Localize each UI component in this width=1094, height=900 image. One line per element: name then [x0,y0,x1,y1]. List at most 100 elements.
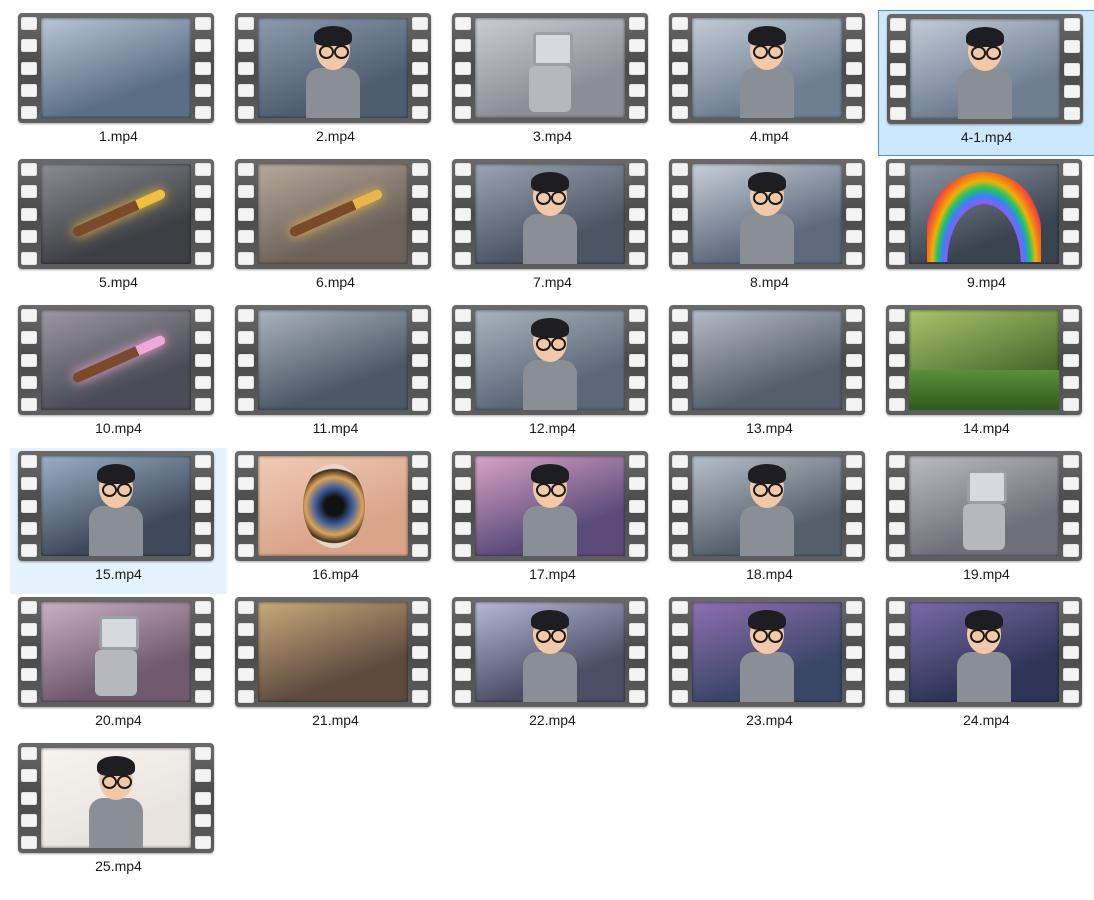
file-name-label: 8.mp4 [750,274,789,290]
sprocket-hole [846,398,862,411]
video-thumbnail [18,597,214,707]
video-file-tile[interactable]: 17.mp4 [444,448,661,594]
video-thumbnail [235,305,431,415]
sprocket-hole [195,252,211,265]
sprocket-hole [1063,477,1079,491]
video-frame-boy-waving [41,748,191,848]
video-file-tile[interactable]: 3.mp4 [444,10,661,156]
film-sprocket-holes [238,309,254,411]
film-sprocket-holes [238,455,254,557]
sprocket-hole [672,106,688,119]
sprocket-hole [672,601,688,614]
sprocket-hole [412,455,428,468]
sprocket-hole [889,690,905,703]
video-file-tile[interactable]: 22.mp4 [444,594,661,740]
character-body [523,506,577,556]
sprocket-hole [21,163,37,176]
video-thumbnail [669,597,865,707]
film-sprocket-holes [21,309,37,411]
video-file-tile[interactable]: 25.mp4 [10,740,227,886]
video-file-tile[interactable]: 6.mp4 [227,156,444,302]
sprocket-hole [21,252,37,265]
sprocket-hole [238,601,254,614]
character-hair [748,610,786,630]
video-file-tile[interactable]: 14.mp4 [878,302,1094,448]
sprocket-hole [889,455,905,468]
video-file-tile[interactable]: 21.mp4 [227,594,444,740]
video-file-tile[interactable]: 5.mp4 [10,156,227,302]
video-thumbnail [18,451,214,561]
sprocket-hole [629,455,645,468]
sprocket-hole [195,353,211,367]
robot-head [967,470,1007,504]
file-name-label: 10.mp4 [95,420,142,436]
sprocket-hole [455,163,471,176]
video-frame-boy-running-office-grass [692,456,842,556]
sprocket-hole [21,185,37,199]
film-sprocket-holes [21,747,37,849]
sprocket-hole [629,521,645,535]
file-name-label: 20.mp4 [95,712,142,728]
video-file-tile[interactable]: 4.mp4 [661,10,878,156]
video-file-tile[interactable]: 7.mp4 [444,156,661,302]
sprocket-hole [195,477,211,491]
video-frame-boy-smiling-closeup [41,456,191,556]
glasses-lens [334,45,349,59]
video-file-tile[interactable]: 15.mp4 [10,448,227,594]
sprocket-hole [1063,185,1079,199]
file-grid: 1.mp4 2.mp4 3.mp4 4.mp4 4-1.mp4 5.mp4 6.mp4 7.m… [0,0,1094,900]
sprocket-hole [21,645,37,659]
sprocket-hole [412,544,428,557]
video-thumbnail [669,305,865,415]
film-sprocket-holes [412,309,428,411]
video-file-tile[interactable]: 13.mp4 [661,302,878,448]
film-sprocket-holes [672,455,688,557]
video-file-tile[interactable]: 10.mp4 [10,302,227,448]
glasses-lens [768,191,783,205]
sprocket-hole [846,17,862,30]
sprocket-hole [1063,601,1079,614]
video-file-tile[interactable]: 2.mp4 [227,10,444,156]
character-hair [97,464,135,484]
sprocket-hole [21,353,37,367]
sprocket-hole [889,521,905,535]
sprocket-hole [412,309,428,322]
video-frame-boy-holding-magic-brush [692,164,842,264]
sprocket-hole [21,791,37,805]
sprocket-hole [629,544,645,557]
video-frame-boy-magic-swirl [475,602,625,702]
sprocket-hole [1063,499,1079,513]
character-hair [748,172,786,192]
sprocket-hole [238,375,254,389]
sprocket-hole [238,477,254,491]
video-file-tile[interactable]: 1.mp4 [10,10,227,156]
video-file-tile[interactable]: 8.mp4 [661,156,878,302]
video-file-tile[interactable]: 9.mp4 [878,156,1094,302]
sprocket-hole [455,353,471,367]
file-name-label: 16.mp4 [312,566,359,582]
sprocket-hole [195,229,211,243]
sprocket-hole [238,544,254,557]
character-hair [531,610,569,630]
video-thumbnail [887,14,1083,124]
sprocket-hole [889,645,905,659]
video-file-tile[interactable]: 11.mp4 [227,302,444,448]
sprocket-hole [412,375,428,389]
sprocket-hole [672,353,688,367]
glasses-icon [102,775,117,789]
sprocket-hole [1063,353,1079,367]
video-file-tile[interactable]: 23.mp4 [661,594,878,740]
sprocket-hole [21,769,37,783]
film-sprocket-holes [412,163,428,265]
video-file-tile[interactable]: 4-1.mp4 [878,10,1094,156]
video-file-tile[interactable]: 12.mp4 [444,302,661,448]
video-file-tile[interactable]: 20.mp4 [10,594,227,740]
video-file-tile[interactable]: 19.mp4 [878,448,1094,594]
video-file-tile[interactable]: 24.mp4 [878,594,1094,740]
file-name-label: 19.mp4 [963,566,1010,582]
file-name-label: 24.mp4 [963,712,1010,728]
sprocket-hole [1063,623,1079,637]
video-thumbnail [452,451,648,561]
video-file-tile[interactable]: 18.mp4 [661,448,878,594]
video-file-tile[interactable]: 16.mp4 [227,448,444,594]
